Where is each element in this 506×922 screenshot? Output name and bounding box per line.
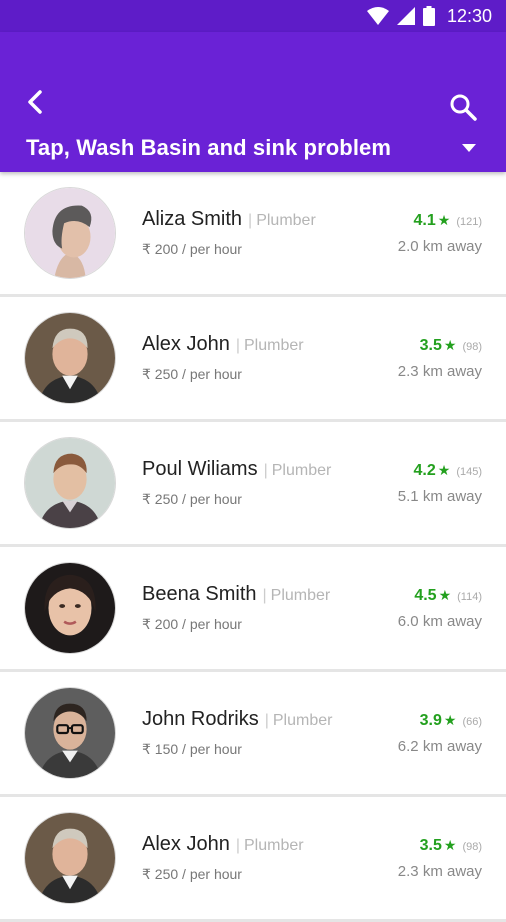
signal-icon — [396, 7, 415, 25]
avatar — [24, 687, 116, 779]
woman-dark-hair-avatar — [25, 563, 115, 653]
provider-role: Plumber — [244, 837, 304, 854]
provider-row[interactable]: Beena Smith | Plumber ₹ 200 / per hour 4… — [0, 547, 506, 672]
separator: | — [262, 587, 267, 604]
provider-rating: 3.5 — [419, 836, 442, 854]
provider-name: Alex John — [142, 833, 230, 855]
provider-row[interactable]: Alex John | Plumber ₹ 250 / per hour 3.5… — [0, 297, 506, 422]
review-count: (121) — [456, 215, 482, 228]
avatar — [24, 812, 116, 904]
provider-row[interactable]: John Rodriks | Plumber ₹ 150 / per hour … — [0, 672, 506, 797]
provider-name: Aliza Smith — [142, 208, 243, 230]
star-icon: ★ — [437, 211, 451, 228]
provider-rating: 4.1 — [413, 211, 436, 229]
app-bar: Tap, Wash Basin and sink problem — [0, 32, 506, 172]
review-count: (114) — [457, 590, 482, 603]
provider-name: Beena Smith — [142, 583, 257, 605]
provider-distance: 5.1 km away — [397, 487, 482, 505]
man-young-avatar — [25, 438, 115, 528]
provider-row[interactable]: Alex John | Plumber ₹ 250 / per hour 3.5… — [0, 797, 506, 922]
provider-name: Poul Wiliams — [142, 458, 258, 480]
clock: 12:30 — [446, 5, 492, 26]
man-glasses-avatar — [25, 688, 115, 778]
category-selector[interactable]: Tap, Wash Basin and sink problem — [26, 135, 476, 161]
star-icon: ★ — [443, 836, 457, 853]
provider-price: ₹ 200 / per hour — [142, 241, 242, 257]
status-bar: 12:30 — [0, 0, 506, 32]
provider-distance: 6.2 km away — [397, 737, 482, 755]
dropdown-caret-icon[interactable] — [462, 144, 476, 152]
battery-icon — [422, 6, 435, 26]
provider-role: Plumber — [272, 712, 333, 729]
separator: | — [248, 212, 253, 229]
provider-price: ₹ 250 / per hour — [142, 491, 242, 507]
provider-role: Plumber — [256, 212, 316, 229]
provider-price: ₹ 250 / per hour — [142, 866, 242, 882]
search-icon[interactable] — [448, 92, 478, 122]
avatar — [24, 187, 116, 279]
separator: | — [235, 337, 240, 354]
separator: | — [235, 837, 240, 854]
page-title: Tap, Wash Basin and sink problem — [26, 135, 392, 160]
star-icon: ★ — [443, 711, 457, 728]
avatar — [24, 562, 116, 654]
review-count: (98) — [462, 340, 482, 353]
star-icon: ★ — [437, 461, 451, 478]
provider-row[interactable]: Aliza Smith | Plumber ₹ 200 / per hour 4… — [0, 172, 506, 297]
review-count: (66) — [462, 715, 482, 728]
provider-distance: 2.3 km away — [397, 362, 482, 380]
provider-name: Alex John — [142, 333, 230, 355]
provider-distance: 2.0 km away — [397, 237, 482, 255]
provider-rating: 3.9 — [419, 711, 442, 729]
provider-price: ₹ 150 / per hour — [142, 741, 242, 757]
review-count: (98) — [462, 840, 482, 853]
provider-list: Aliza Smith | Plumber ₹ 200 / per hour 4… — [0, 172, 506, 922]
provider-role: Plumber — [270, 587, 331, 604]
provider-price: ₹ 250 / per hour — [142, 366, 242, 382]
man-older-avatar — [25, 813, 115, 903]
separator: | — [263, 462, 268, 479]
back-arrow-icon[interactable] — [22, 84, 50, 120]
provider-row[interactable]: Poul Wiliams | Plumber ₹ 250 / per hour … — [0, 422, 506, 547]
provider-price: ₹ 200 / per hour — [142, 616, 242, 632]
provider-rating: 4.5 — [414, 586, 437, 604]
provider-rating: 3.5 — [419, 336, 442, 354]
provider-distance: 6.0 km away — [397, 612, 482, 630]
provider-role: Plumber — [244, 337, 304, 354]
avatar — [24, 437, 116, 529]
star-icon: ★ — [443, 336, 457, 353]
provider-name: John Rodriks — [142, 708, 259, 730]
avatar — [24, 312, 116, 404]
provider-role: Plumber — [271, 462, 332, 479]
separator: | — [264, 712, 269, 729]
review-count: (145) — [456, 465, 482, 478]
provider-rating: 4.2 — [413, 461, 436, 479]
wifi-icon — [366, 7, 389, 25]
provider-distance: 2.3 km away — [397, 862, 482, 880]
woman-profile-avatar — [25, 188, 115, 278]
star-icon: ★ — [438, 586, 452, 603]
man-older-avatar — [25, 313, 115, 403]
